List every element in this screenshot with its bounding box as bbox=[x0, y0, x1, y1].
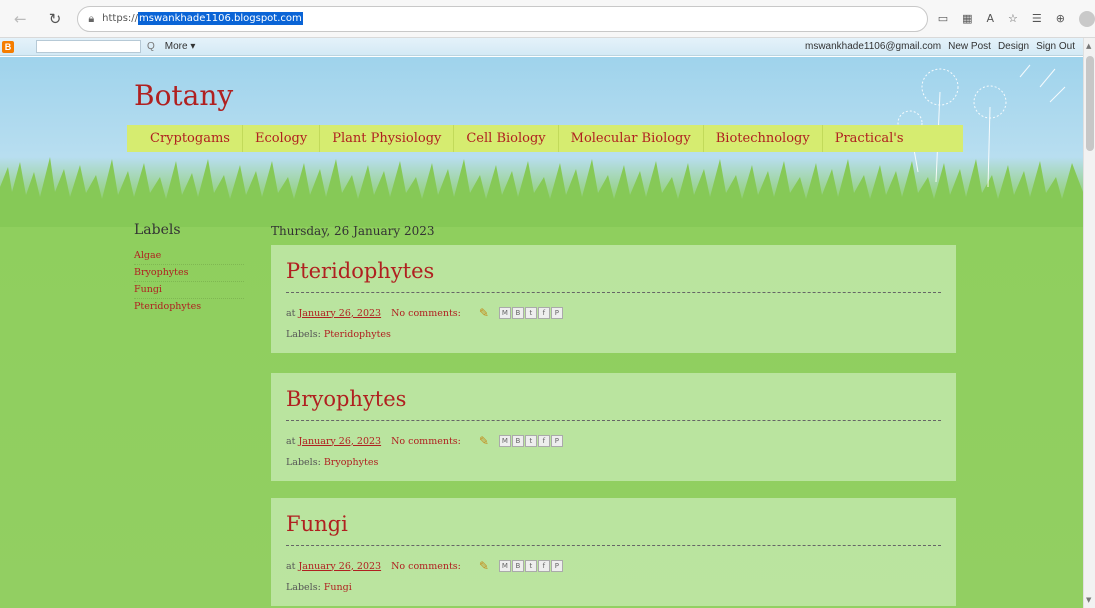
twitter-icon[interactable]: t bbox=[524, 435, 537, 447]
blogthis-icon[interactable]: B bbox=[511, 435, 524, 447]
facebook-icon[interactable]: f bbox=[537, 307, 550, 319]
labels-prefix: Labels: bbox=[286, 582, 321, 593]
labels-heading: Labels bbox=[134, 222, 181, 238]
twitter-icon[interactable]: t bbox=[524, 560, 537, 572]
post-card: Bryophytes at January 26, 2023 No commen… bbox=[271, 373, 956, 481]
new-post-link[interactable]: New Post bbox=[948, 41, 991, 52]
reload-icon[interactable]: ↻ bbox=[45, 8, 66, 30]
pencil-icon[interactable]: ✎ bbox=[479, 559, 489, 573]
post-card: Pteridophytes at January 26, 2023 No com… bbox=[271, 245, 956, 353]
post-footer: at January 26, 2023 No comments: ✎ M B t… bbox=[286, 559, 563, 573]
post-title[interactable]: Pteridophytes bbox=[286, 259, 434, 283]
more-menu[interactable]: More ▾ bbox=[165, 41, 196, 52]
pencil-icon[interactable]: ✎ bbox=[479, 306, 489, 320]
url-prefix: https:// bbox=[102, 13, 139, 24]
post-comments-link[interactable]: No comments: bbox=[391, 308, 461, 319]
facebook-icon[interactable]: f bbox=[537, 435, 550, 447]
user-email: mswankhade1106@gmail.com bbox=[804, 41, 942, 52]
browser-toolbar: ← ↻ 🔒︎ https://mswankhade1106.blogspot.c… bbox=[0, 0, 1095, 38]
read-aloud-icon[interactable]: A bbox=[987, 12, 995, 25]
search-icon[interactable]: Q bbox=[147, 41, 155, 52]
scroll-up-icon[interactable]: ▲ bbox=[1086, 42, 1094, 50]
design-link[interactable]: Design bbox=[998, 41, 1029, 52]
address-bar[interactable]: 🔒︎ https://mswankhade1106.blogspot.com bbox=[77, 5, 928, 32]
labels-list: Algae Bryophytes Fungi Pteridophytes bbox=[134, 248, 244, 315]
blogthis-icon[interactable]: B bbox=[511, 560, 524, 572]
favorites-icon[interactable]: ☰ bbox=[1032, 12, 1042, 25]
post-date-link[interactable]: January 26, 2023 bbox=[298, 561, 381, 572]
pencil-icon[interactable]: ✎ bbox=[479, 434, 489, 448]
post-label-link[interactable]: Pteridophytes bbox=[324, 329, 391, 340]
post-comments-link[interactable]: No comments: bbox=[391, 561, 461, 572]
blog-page: Botany Cryptogams Ecology Plant Physiolo… bbox=[0, 57, 1083, 608]
tab-practicals[interactable]: Practical's bbox=[823, 125, 916, 152]
post-comments-link[interactable]: No comments: bbox=[391, 436, 461, 447]
pages-tab-bar: Cryptogams Ecology Plant Physiology Cell… bbox=[127, 125, 963, 152]
tab-cell-biology[interactable]: Cell Biology bbox=[454, 125, 559, 152]
blog-search-input[interactable] bbox=[36, 40, 141, 53]
post-label-link[interactable]: Bryophytes bbox=[324, 457, 379, 468]
post-date-link[interactable]: January 26, 2023 bbox=[298, 308, 381, 319]
post-labels: Labels: Bryophytes bbox=[286, 457, 378, 468]
post-at: at bbox=[286, 307, 296, 319]
blog-title[interactable]: Botany bbox=[134, 79, 233, 112]
scroll-thumb[interactable] bbox=[1086, 56, 1094, 151]
label-bryophytes[interactable]: Bryophytes bbox=[134, 265, 244, 282]
tab-plant-physiology[interactable]: Plant Physiology bbox=[320, 125, 455, 152]
tab-ecology[interactable]: Ecology bbox=[243, 125, 321, 152]
blogger-navbar: B Q More ▾ mswankhade1106@gmail.com New … bbox=[0, 38, 1083, 56]
labels-prefix: Labels: bbox=[286, 329, 321, 340]
post-at: at bbox=[286, 560, 296, 572]
post-labels: Labels: Fungi bbox=[286, 582, 352, 593]
post-label-link[interactable]: Fungi bbox=[324, 582, 352, 593]
sign-out-link[interactable]: Sign Out bbox=[1036, 41, 1075, 52]
email-icon[interactable]: M bbox=[498, 560, 511, 572]
post-at: at bbox=[286, 435, 296, 447]
post-title[interactable]: Fungi bbox=[286, 512, 348, 536]
lock-icon[interactable]: 🔒︎ bbox=[88, 12, 94, 26]
label-fungi[interactable]: Fungi bbox=[134, 282, 244, 299]
label-pteridophytes[interactable]: Pteridophytes bbox=[134, 299, 244, 315]
pinterest-icon[interactable]: P bbox=[550, 307, 563, 319]
favorite-icon[interactable]: ☆ bbox=[1008, 12, 1018, 25]
grid-icon[interactable]: ▦ bbox=[962, 12, 972, 25]
date-header: Thursday, 26 January 2023 bbox=[271, 224, 435, 238]
vertical-scrollbar[interactable]: ▲ ▼ bbox=[1083, 38, 1095, 608]
post-title[interactable]: Bryophytes bbox=[286, 387, 406, 411]
tab-icon[interactable]: ▭ bbox=[938, 12, 948, 25]
email-icon[interactable]: M bbox=[498, 435, 511, 447]
browser-actions: ▭ ▦ A ☆ ☰ ⊕ bbox=[938, 10, 1095, 27]
post-divider bbox=[286, 292, 941, 293]
label-algae[interactable]: Algae bbox=[134, 248, 244, 265]
post-footer: at January 26, 2023 No comments: ✎ M B t… bbox=[286, 306, 563, 320]
post-date-link[interactable]: January 26, 2023 bbox=[298, 436, 381, 447]
pinterest-icon[interactable]: P bbox=[550, 560, 563, 572]
navbar-right: mswankhade1106@gmail.com New Post Design… bbox=[805, 41, 1083, 52]
pinterest-icon[interactable]: P bbox=[550, 435, 563, 447]
facebook-icon[interactable]: f bbox=[537, 560, 550, 572]
share-buttons: M B t f P bbox=[498, 560, 563, 572]
collections-icon[interactable]: ⊕ bbox=[1056, 12, 1065, 25]
blogthis-icon[interactable]: B bbox=[511, 307, 524, 319]
profile-icon[interactable] bbox=[1079, 10, 1095, 27]
share-buttons: M B t f P bbox=[498, 307, 563, 319]
back-arrow-icon[interactable]: ← bbox=[10, 8, 31, 30]
share-buttons: M B t f P bbox=[498, 435, 563, 447]
url-selected-text[interactable]: mswankhade1106.blogspot.com bbox=[138, 12, 303, 25]
twitter-icon[interactable]: t bbox=[524, 307, 537, 319]
email-icon[interactable]: M bbox=[498, 307, 511, 319]
tab-cryptogams[interactable]: Cryptogams bbox=[127, 125, 243, 152]
labels-prefix: Labels: bbox=[286, 457, 321, 468]
scroll-down-icon[interactable]: ▼ bbox=[1086, 596, 1094, 604]
post-footer: at January 26, 2023 No comments: ✎ M B t… bbox=[286, 434, 563, 448]
post-labels: Labels: Pteridophytes bbox=[286, 329, 391, 340]
post-card: Fungi at January 26, 2023 No comments: ✎… bbox=[271, 498, 956, 606]
tab-molecular-biology[interactable]: Molecular Biology bbox=[559, 125, 704, 152]
post-divider bbox=[286, 545, 941, 546]
post-divider bbox=[286, 420, 941, 421]
blogger-logo-icon[interactable]: B bbox=[2, 40, 14, 53]
tab-biotechnology[interactable]: Biotechnology bbox=[704, 125, 823, 152]
